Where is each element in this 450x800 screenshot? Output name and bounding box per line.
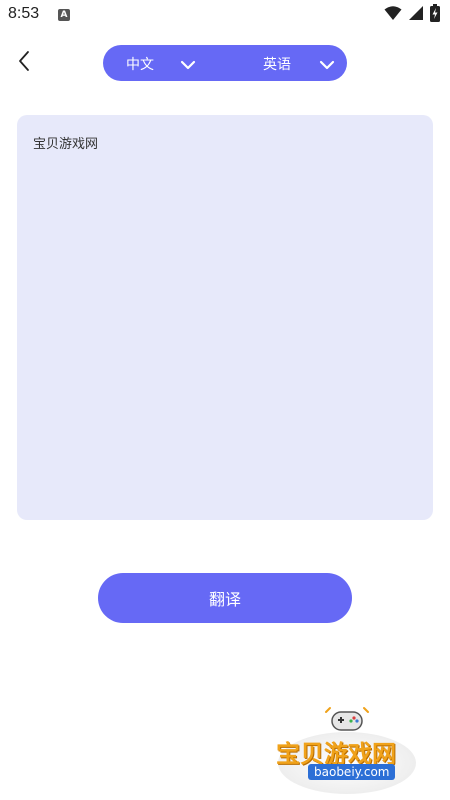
back-button[interactable] xyxy=(10,48,38,78)
chevron-down-icon xyxy=(180,56,196,75)
language-selector-bar: 中文 英语 xyxy=(103,45,347,81)
translation-input-area[interactable]: 宝贝游戏网 xyxy=(17,115,433,520)
notification-a-icon: A xyxy=(58,9,70,21)
wifi-icon xyxy=(384,5,402,25)
battery-charging-icon xyxy=(430,4,440,26)
watermark-url: baobeiy.com xyxy=(308,764,396,780)
source-language-label: 中文 xyxy=(126,57,154,73)
status-icons xyxy=(384,4,440,26)
input-text: 宝贝游戏网 xyxy=(33,137,99,152)
chevron-down-icon xyxy=(319,56,335,75)
target-language-label: 英语 xyxy=(263,57,291,73)
watermark: 宝贝游戏网 baobeiy.com xyxy=(272,702,422,798)
chevron-left-icon xyxy=(17,50,31,76)
cellular-signal-icon xyxy=(408,5,424,25)
translate-button[interactable]: 翻译 xyxy=(98,573,352,623)
status-time: 8:53 xyxy=(8,5,40,22)
status-bar: 8:53 A xyxy=(0,0,450,32)
